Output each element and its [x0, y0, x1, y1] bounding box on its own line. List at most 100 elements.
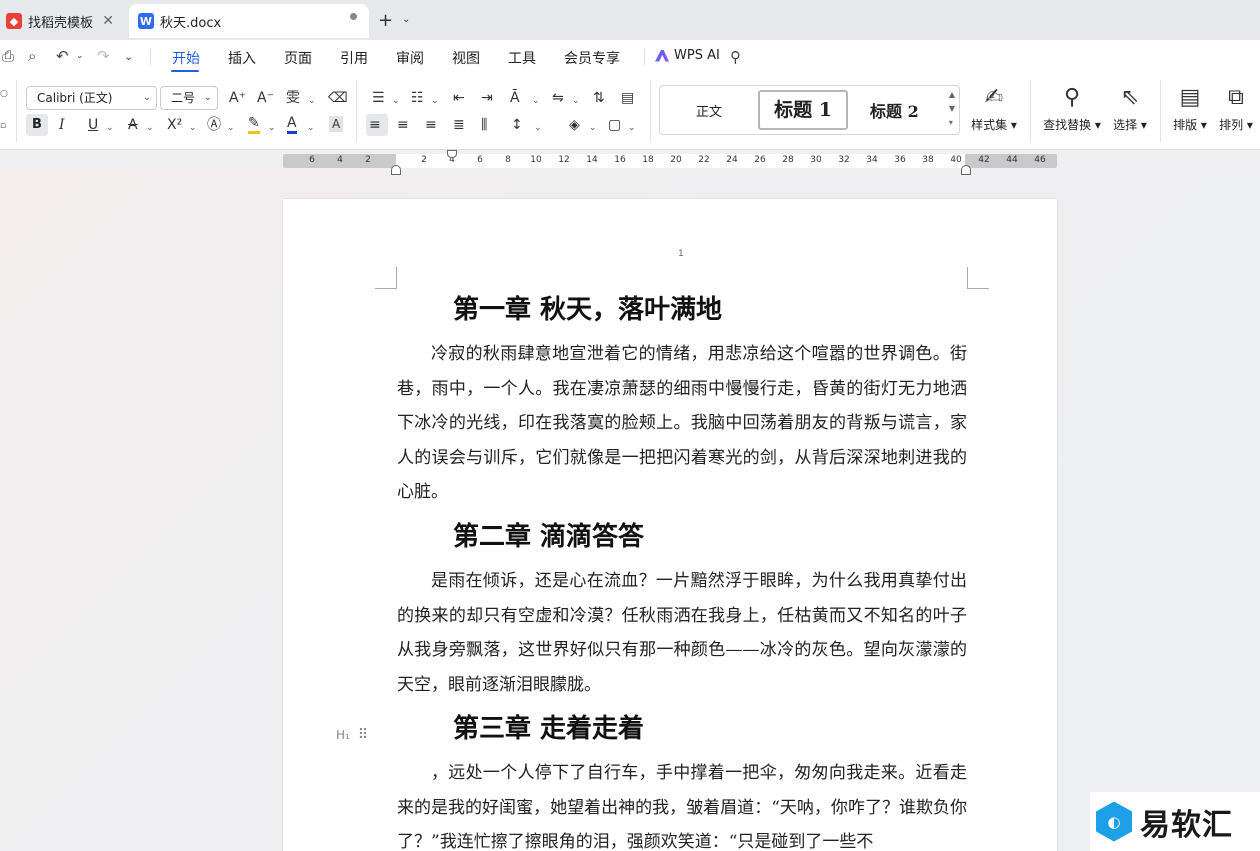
new-tab-icon[interactable]: +: [378, 10, 393, 31]
left-indent-marker[interactable]: [391, 165, 401, 175]
chevron-down-icon[interactable]: ⌄: [532, 91, 540, 111]
chevron-down-icon[interactable]: ⌄: [307, 118, 315, 138]
ruler-number: 38: [922, 155, 934, 165]
right-indent-marker[interactable]: [961, 165, 971, 175]
increase-font-icon[interactable]: A⁺: [229, 88, 246, 108]
menu-home[interactable]: 开始: [172, 48, 200, 68]
chevron-down-icon[interactable]: ⌄: [534, 118, 542, 138]
clipboard-icon[interactable]: ○: [0, 84, 8, 104]
underline-button[interactable]: U: [88, 115, 98, 135]
numbered-list-icon[interactable]: ☷: [411, 88, 424, 108]
paragraph-chapter-3[interactable]: ，远处一个人停下了自行车，手中撑着一把伞，匆匆向我走来。近看走来的是我的好闺蜜，…: [397, 756, 967, 851]
select-button[interactable]: ⇖ 选择 ▾: [1110, 84, 1150, 133]
unsaved-dot-icon[interactable]: [350, 13, 357, 20]
styles-scroll-icon[interactable]: ▲ ▼ ▾: [949, 88, 955, 130]
menu-view[interactable]: 视图: [452, 48, 480, 68]
style-heading1[interactable]: 标题 1: [758, 90, 848, 130]
style-heading2[interactable]: 标题 2: [870, 98, 919, 122]
menu-review[interactable]: 审阅: [396, 48, 424, 68]
ruler-number: 36: [894, 155, 906, 165]
ruler-number: 34: [866, 155, 878, 165]
italic-button[interactable]: I: [59, 115, 65, 135]
highlight-button[interactable]: ✎: [248, 115, 260, 134]
heading-chapter-3[interactable]: 第三章 走着走着: [453, 708, 644, 745]
heading-chapter-2[interactable]: 第二章 滴滴答答: [453, 516, 644, 553]
chevron-down-icon[interactable]: ⌄: [589, 118, 597, 138]
line-spacing-button[interactable]: ↕: [511, 115, 523, 135]
decrease-font-icon[interactable]: A⁻: [257, 88, 274, 108]
align-right-button[interactable]: ≡: [425, 115, 437, 135]
ruler-number: 2: [421, 155, 427, 165]
font-color-button[interactable]: A: [287, 115, 297, 134]
align-center-button[interactable]: ≡: [397, 115, 409, 135]
print-icon[interactable]: ⎙: [2, 47, 14, 65]
tab-bar: ◆ 找稻壳模板 ✕ W 秋天.docx + ⌄: [0, 0, 1260, 40]
chevron-down-icon[interactable]: ⌄: [106, 118, 114, 138]
chevron-down-icon[interactable]: ⌄: [308, 91, 316, 111]
bold-button[interactable]: B: [26, 114, 48, 136]
strikethrough-button[interactable]: A: [128, 115, 138, 135]
paragraph-chapter-1[interactable]: 冷寂的秋雨肆意地宣泄着它的情绪，用悲凉给这个喧嚣的世界调色。街巷，雨中，一个人。…: [397, 337, 967, 510]
chevron-down-icon[interactable]: ⌄: [572, 91, 580, 111]
more-chevron-icon[interactable]: ⌄: [124, 50, 133, 63]
clear-format-icon[interactable]: ⌫: [328, 88, 348, 108]
layout-button[interactable]: ▤ 排版 ▾: [1170, 84, 1210, 133]
shading-button[interactable]: ◈: [569, 115, 580, 135]
undo-dropdown-icon[interactable]: ⌄: [76, 51, 84, 61]
justify-button[interactable]: ≣: [453, 115, 465, 135]
font-name-select[interactable]: Calibri (正文) ⌄: [26, 86, 157, 110]
heading-chapter-1[interactable]: 第一章 秋天，落叶满地: [453, 289, 722, 326]
font-size-select[interactable]: 二号 ⌄: [160, 86, 218, 110]
arrange-button[interactable]: ⧉ 排列 ▾: [1216, 84, 1256, 133]
block-handle[interactable]: H₁ ⠿: [336, 727, 368, 743]
text-direction-icon[interactable]: Ā: [510, 88, 520, 108]
border-button[interactable]: ▢: [608, 115, 621, 135]
chevron-down-icon[interactable]: ⌄: [227, 118, 235, 138]
first-line-indent-marker[interactable]: [447, 150, 457, 158]
style-normal[interactable]: 正文: [696, 101, 722, 120]
chevron-down-icon[interactable]: ⌄: [431, 91, 439, 111]
undo-icon[interactable]: ↶: [56, 47, 69, 65]
menu-references[interactable]: 引用: [340, 48, 368, 68]
print-preview-icon[interactable]: ⌕: [28, 47, 36, 65]
format-painter-icon[interactable]: ▫: [0, 116, 6, 136]
bullet-list-icon[interactable]: ☰: [372, 88, 385, 108]
menu-insert[interactable]: 插入: [228, 48, 256, 68]
decrease-indent-icon[interactable]: ⇤: [453, 88, 465, 108]
sort-icon[interactable]: ⇅: [593, 88, 605, 108]
menu-tools[interactable]: 工具: [508, 48, 536, 68]
ruler-number: 46: [1034, 155, 1046, 165]
tab-document[interactable]: W 秋天.docx: [129, 4, 369, 38]
ruler-number: 4: [337, 155, 343, 165]
chevron-down-icon[interactable]: ⌄: [402, 14, 410, 25]
search-icon[interactable]: ⚲: [730, 48, 741, 66]
show-marks-icon[interactable]: ▤: [621, 88, 634, 108]
char-shading-button[interactable]: A: [329, 116, 344, 132]
drag-handle-icon[interactable]: ⠿: [358, 727, 368, 743]
chinese-layout-icon[interactable]: ⇋: [552, 88, 564, 108]
active-menu-indicator: [171, 70, 199, 72]
wps-ai-button[interactable]: WPS AI: [655, 48, 720, 63]
chevron-down-icon[interactable]: ⌄: [628, 118, 636, 138]
tab-template[interactable]: ◆ 找稻壳模板 ✕: [0, 6, 124, 36]
distribute-button[interactable]: ⫼: [481, 115, 487, 135]
ruler-number: 2: [365, 155, 371, 165]
style-set-button[interactable]: ✍ 样式集 ▾: [968, 84, 1020, 133]
document-page[interactable]: 1 第一章 秋天，落叶满地 冷寂的秋雨肆意地宣泄着它的情绪，用悲凉给这个喧嚣的世…: [283, 199, 1057, 851]
redo-icon[interactable]: ↷: [97, 47, 110, 65]
chevron-down-icon[interactable]: ⌄: [189, 118, 197, 138]
chevron-down-icon[interactable]: ⌄: [268, 118, 276, 138]
paragraph-chapter-2[interactable]: 是雨在倾诉，还是心在流血？一片黯然浮于眼眸，为什么我用真挚付出的换来的却只有空虚…: [397, 564, 967, 702]
find-replace-button[interactable]: ⚲ 查找替换 ▾: [1040, 84, 1104, 133]
divider: [150, 49, 151, 65]
chevron-down-icon[interactable]: ⌄: [392, 91, 400, 111]
menu-member[interactable]: 会员专享: [564, 48, 620, 68]
close-icon[interactable]: ✕: [102, 13, 114, 29]
superscript-button[interactable]: X²: [167, 115, 182, 135]
align-left-button[interactable]: ≡: [369, 115, 381, 135]
chevron-down-icon[interactable]: ⌄: [146, 118, 154, 138]
menu-page[interactable]: 页面: [284, 48, 312, 68]
phonetic-guide-icon[interactable]: 雯: [286, 88, 300, 108]
increase-indent-icon[interactable]: ⇥: [481, 88, 493, 108]
text-effect-button[interactable]: Ⓐ: [207, 115, 221, 135]
